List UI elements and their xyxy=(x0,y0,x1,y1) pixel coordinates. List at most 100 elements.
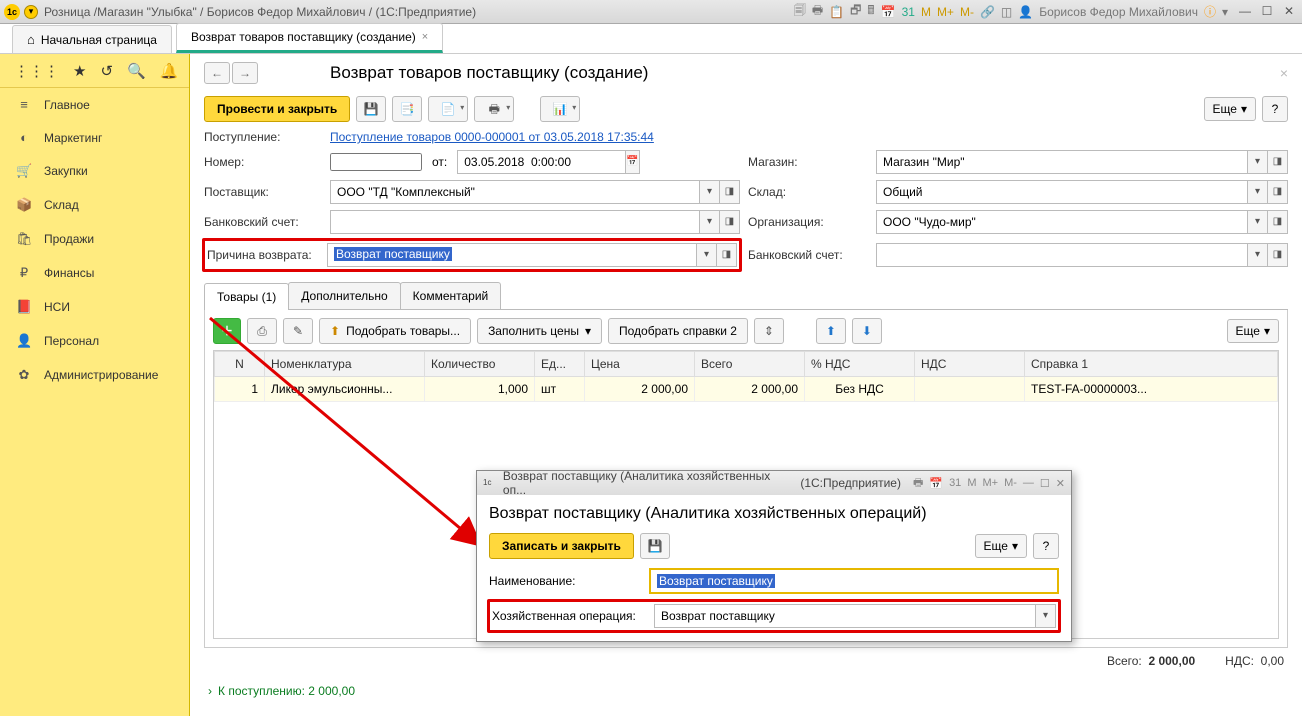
col-n[interactable]: N xyxy=(215,352,265,377)
col-unit[interactable]: Ед... xyxy=(535,352,585,377)
panel-icon[interactable]: ◫ xyxy=(1001,5,1012,19)
dropdown-icon[interactable]: ▾ xyxy=(1248,180,1268,204)
bank2-input[interactable] xyxy=(876,243,1248,267)
supplier-input[interactable] xyxy=(330,180,700,204)
dialog-op-input[interactable] xyxy=(654,604,1036,628)
mem-mplus-icon[interactable]: M+ xyxy=(937,5,954,19)
dialog-save-button[interactable]: 💾 xyxy=(640,533,670,559)
bank-input[interactable] xyxy=(330,210,700,234)
d-date-icon[interactable]: 31 xyxy=(949,477,961,489)
d-calendar-icon[interactable]: 📅 xyxy=(929,477,943,490)
col-vat[interactable]: НДС xyxy=(915,352,1025,377)
dialog-name-input[interactable]: Возврат поставщику xyxy=(649,568,1059,594)
d-max-icon[interactable]: ☐ xyxy=(1040,477,1050,490)
footer-link[interactable]: › К поступлению: 2 000,00 xyxy=(204,674,1288,708)
close-button[interactable]: ✕ xyxy=(1280,4,1298,20)
dropdown-icon[interactable]: ▾ xyxy=(697,243,717,267)
open-icon[interactable]: ◨ xyxy=(720,180,740,204)
d-m-icon[interactable]: M xyxy=(967,477,976,489)
open-icon[interactable]: ◨ xyxy=(1268,210,1288,234)
print-preview-icon[interactable]: 🗐 xyxy=(794,1,806,22)
sidebar-item-warehouse[interactable]: 📦Склад xyxy=(0,188,189,222)
barcode-button[interactable]: ⎙ xyxy=(247,318,277,344)
table-row[interactable]: 1 Ликер эмульсионны... 1,000 шт 2 000,00… xyxy=(215,377,1278,402)
link-icon[interactable]: 🔗 xyxy=(980,5,995,19)
dialog-more-button[interactable]: Еще▾ xyxy=(975,534,1027,558)
search-icon[interactable]: 🔍 xyxy=(127,62,146,80)
warehouse-input[interactable] xyxy=(876,180,1248,204)
nav-back-button[interactable]: ← xyxy=(204,62,230,84)
dropdown-icon[interactable]: ▾ xyxy=(1036,604,1056,628)
col-name[interactable]: Номенклатура xyxy=(265,352,425,377)
sidebar-item-nsi[interactable]: 📕НСИ xyxy=(0,290,189,324)
print-button[interactable]: 🖶▾ xyxy=(474,96,514,122)
dropdown-icon[interactable]: ▾ xyxy=(1248,210,1268,234)
dropdown-icon[interactable]: ▾ xyxy=(700,210,720,234)
tab-goods[interactable]: Товары (1) xyxy=(204,283,289,310)
d-mminus-icon[interactable]: M- xyxy=(1004,477,1017,489)
open-icon[interactable]: ◨ xyxy=(1268,243,1288,267)
d-min-icon[interactable]: — xyxy=(1023,477,1034,489)
col-price[interactable]: Цена xyxy=(585,352,695,377)
col-ref[interactable]: Справка 1 xyxy=(1025,352,1278,377)
d-print-icon[interactable]: 🖶 xyxy=(913,474,923,493)
page-close-icon[interactable]: × xyxy=(1280,65,1288,81)
tab-home[interactable]: ⌂ Начальная страница xyxy=(12,25,172,53)
minimize-button[interactable]: — xyxy=(1236,4,1254,20)
sidebar-item-sales[interactable]: 🛍Продажи xyxy=(0,222,189,256)
info-icon[interactable]: ⓘ xyxy=(1204,3,1216,20)
apps-icon[interactable]: ⋮⋮⋮ xyxy=(14,62,59,80)
d-mplus-icon[interactable]: M+ xyxy=(982,477,998,489)
date-icon[interactable]: 31 xyxy=(902,5,915,19)
tab-comment[interactable]: Комментарий xyxy=(400,282,502,309)
receipt-link[interactable]: Поступление товаров 0000-000001 от 03.05… xyxy=(330,130,654,144)
number-input[interactable] xyxy=(330,153,422,171)
dropdown-icon[interactable]: ▾ xyxy=(1248,150,1268,174)
date-input[interactable] xyxy=(457,150,626,174)
history-icon[interactable]: ↺ xyxy=(100,62,113,80)
help-button[interactable]: ? xyxy=(1262,96,1288,122)
edit-button[interactable]: ✎ xyxy=(283,318,313,344)
open-icon[interactable]: ◨ xyxy=(1268,180,1288,204)
reason-input[interactable]: Возврат поставщику xyxy=(327,243,697,267)
copy-icon[interactable]: 📋 xyxy=(829,5,844,19)
add-row-button[interactable]: ＋ xyxy=(213,318,241,344)
dropdown-icon[interactable]: ▾ xyxy=(700,180,720,204)
open-icon[interactable]: ◨ xyxy=(720,210,740,234)
dialog-save-close-button[interactable]: Записать и закрыть xyxy=(489,533,634,559)
grid-more-button[interactable]: Еще▾ xyxy=(1227,319,1279,343)
col-qty[interactable]: Количество xyxy=(425,352,535,377)
sidebar-item-main[interactable]: ≡Главное xyxy=(0,88,189,121)
save-button[interactable]: 💾 xyxy=(356,96,386,122)
star-icon[interactable]: ★ xyxy=(73,62,86,80)
tab-document[interactable]: Возврат товаров поставщику (создание) × xyxy=(176,23,443,53)
tab-close-icon[interactable]: × xyxy=(422,31,428,43)
maximize-button[interactable]: ☐ xyxy=(1258,4,1276,20)
calc-icon[interactable]: 🖩 xyxy=(867,1,874,22)
sidebar-item-purchases[interactable]: 🛒Закупки xyxy=(0,154,189,188)
move-down-button[interactable]: ⬇ xyxy=(852,318,882,344)
sidebar-item-admin[interactable]: ✿Администрирование xyxy=(0,358,189,392)
print-icon[interactable]: 🖶 xyxy=(812,1,823,22)
sidebar-item-marketing[interactable]: ◐Маркетинг xyxy=(0,121,189,154)
basis-button[interactable]: 📄▾ xyxy=(428,96,468,122)
calendar-picker-icon[interactable]: 📅 xyxy=(626,150,639,174)
process-close-button[interactable]: Провести и закрыть xyxy=(204,96,350,122)
shop-input[interactable] xyxy=(876,150,1248,174)
reports-button[interactable]: 📊▾ xyxy=(540,96,580,122)
col-vatpct[interactable]: % НДС xyxy=(805,352,915,377)
open-icon[interactable]: ◨ xyxy=(1268,150,1288,174)
sidebar-item-finance[interactable]: ₽Финансы xyxy=(0,256,189,290)
more-button[interactable]: Еще▾ xyxy=(1204,97,1256,121)
sidebar-item-personnel[interactable]: 👤Персонал xyxy=(0,324,189,358)
user-name[interactable]: Борисов Федор Михайлович xyxy=(1039,5,1198,19)
dropdown-icon[interactable]: ▾ xyxy=(1222,5,1228,19)
dialog-help-button[interactable]: ? xyxy=(1033,533,1059,559)
org-input[interactable] xyxy=(876,210,1248,234)
col-total[interactable]: Всего xyxy=(695,352,805,377)
pick-goods-button[interactable]: ⬆Подобрать товары... xyxy=(319,318,471,344)
post-button[interactable]: 📑 xyxy=(392,96,422,122)
mem-mminus-icon[interactable]: M- xyxy=(960,5,974,19)
nav-dropdown-icon[interactable]: ▾ xyxy=(24,5,38,19)
pick-refs-button[interactable]: Подобрать справки 2 xyxy=(608,318,748,344)
